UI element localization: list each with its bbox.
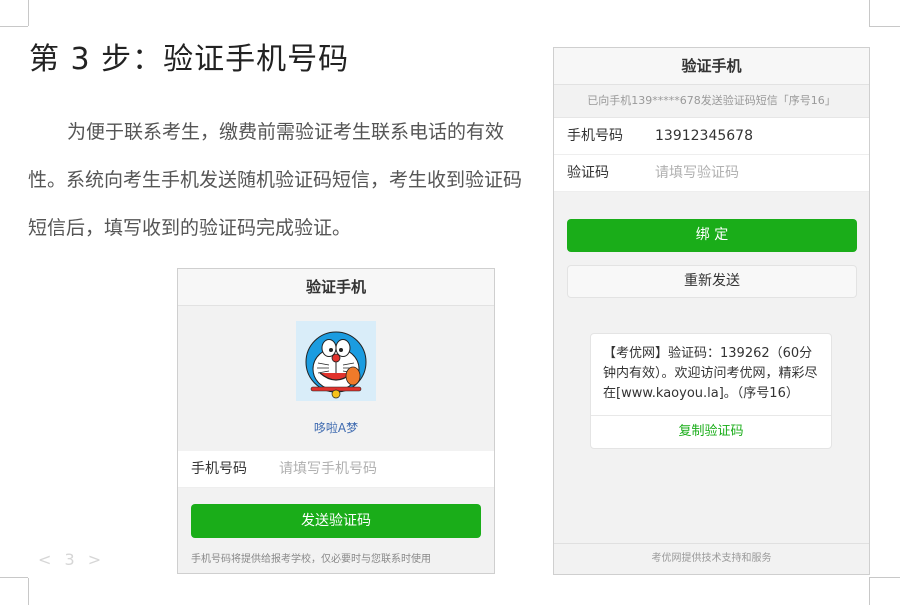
copy-code-button[interactable]: 复制验证码 bbox=[591, 415, 831, 448]
screen-header: 验证手机 bbox=[554, 48, 869, 85]
code-label: 验证码 bbox=[567, 165, 609, 181]
page-title: 第 3 步：验证手机号码 bbox=[29, 42, 350, 77]
nickname: 哆啦A梦 bbox=[313, 421, 359, 435]
footer-note: 考优网提供技术支持和服务 bbox=[554, 543, 869, 574]
phone-label: 手机号码 bbox=[191, 461, 247, 477]
crop-mark bbox=[869, 577, 900, 578]
crop-mark bbox=[0, 577, 28, 578]
avatar bbox=[296, 321, 376, 401]
crop-mark bbox=[0, 26, 28, 27]
phone-value: 13912345678 bbox=[655, 128, 753, 144]
screen-header: 验证手机 bbox=[178, 269, 494, 306]
phone-screen-send-code: 验证手机 哆啦A梦 手机号码 请填写手机号码 发送验证码 手机号码将提供给报考学… bbox=[177, 268, 495, 574]
body-paragraph: 为便于联系考生，缴费前需验证考生联系电话的有效性。系统向考生手机发送随机验证码短… bbox=[28, 108, 540, 252]
privacy-note: 手机号码将提供给报考学校，仅必要时与您联系时使用 bbox=[191, 554, 431, 565]
crop-mark bbox=[869, 26, 900, 27]
crop-mark bbox=[869, 0, 870, 26]
profile-area: 哆啦A梦 bbox=[178, 306, 494, 451]
resend-button[interactable]: 重新发送 bbox=[567, 265, 857, 298]
phone-input[interactable]: 请填写手机号码 bbox=[279, 451, 377, 487]
crop-mark bbox=[869, 578, 870, 605]
bind-button[interactable]: 绑 定 bbox=[567, 219, 857, 252]
crop-mark bbox=[28, 578, 29, 605]
sms-text: 【考优网】验证码：139262（60分钟内有效）。欢迎访问考优网，精彩尽在[ww… bbox=[603, 346, 818, 401]
sms-card: 【考优网】验证码：139262（60分钟内有效）。欢迎访问考优网，精彩尽在[ww… bbox=[590, 333, 832, 449]
phone-row: 手机号码 13912345678 bbox=[554, 118, 869, 155]
phone-input-row[interactable]: 手机号码 请填写手机号码 bbox=[178, 451, 494, 488]
sent-info: 已向手机139*****678发送验证码短信「序号16」 bbox=[554, 85, 869, 118]
crop-mark bbox=[28, 0, 29, 26]
phone-label: 手机号码 bbox=[567, 128, 623, 144]
phone-screen-verify: 验证手机 已向手机139*****678发送验证码短信「序号16」 手机号码 1… bbox=[553, 47, 870, 575]
code-input[interactable]: 请填写验证码 bbox=[655, 155, 739, 191]
page-number: < 3 > bbox=[38, 550, 106, 569]
send-code-button[interactable]: 发送验证码 bbox=[191, 504, 481, 538]
paragraph-text: 为便于联系考生，缴费前需验证考生联系电话的有效性。系统向考生手机发送随机验证码短… bbox=[28, 121, 523, 239]
code-input-row[interactable]: 验证码 请填写验证码 bbox=[554, 155, 869, 192]
